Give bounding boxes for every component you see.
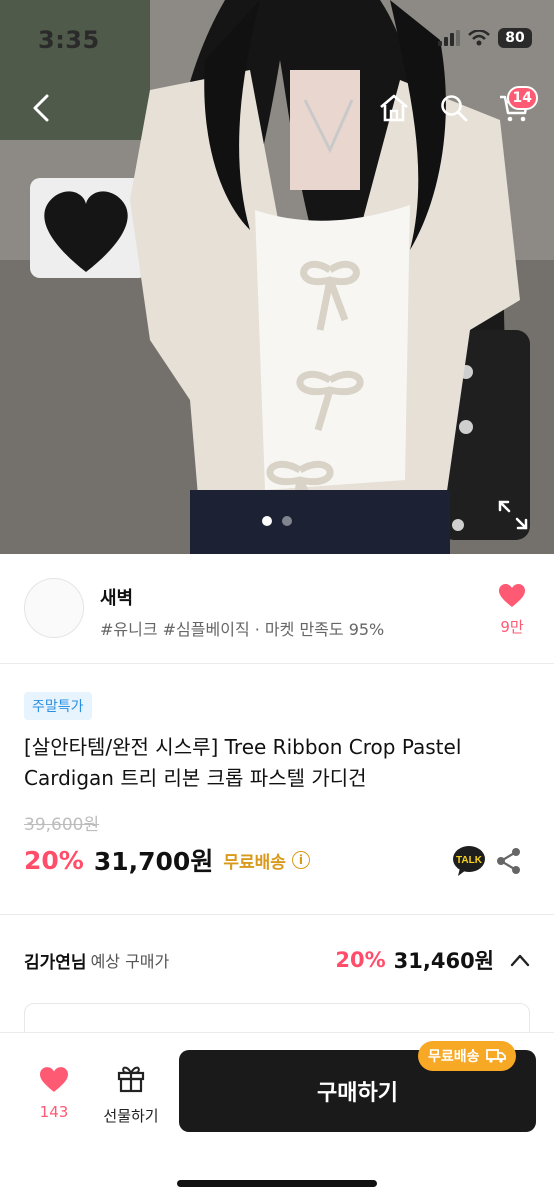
info-icon[interactable]: i (291, 851, 310, 869)
talk-label: TALK (456, 855, 483, 866)
expected-price: 31,460원 (393, 949, 494, 973)
chevron-left-icon (33, 94, 49, 122)
home-indicator (177, 1180, 377, 1187)
free-shipping-badge: 무료배송 (418, 1041, 516, 1071)
status-bar: 3:35 80 (0, 0, 554, 80)
home-button[interactable] (370, 84, 418, 132)
gift-icon (117, 1066, 145, 1093)
shop-like-count: 9만 (500, 618, 524, 636)
product-image-gallery[interactable]: 3:35 80 14 (0, 0, 554, 554)
share-icon (497, 848, 520, 874)
bottom-action-bar: 143 선물하기 구매하기 무료배송 (0, 1032, 554, 1200)
signal-icon (438, 30, 460, 46)
expected-price-row[interactable]: 김가연님 예상 구매가 20% 31,460원 (24, 942, 530, 978)
shop-tags: #유니크 #심플베이직 · 마켓 만족도 95% (100, 620, 385, 639)
back-button[interactable] (18, 84, 66, 132)
shop-name[interactable]: 새벽 (100, 584, 133, 610)
expected-discount: 20% (335, 948, 386, 972)
battery-indicator: 80 (498, 28, 532, 48)
status-indicators: 80 (438, 28, 532, 48)
cart-button[interactable]: 14 (490, 84, 538, 132)
original-price: 39,600원 (24, 815, 100, 835)
heart-icon (499, 584, 525, 607)
expand-icon (498, 500, 528, 530)
home-icon (380, 94, 408, 122)
buyer-name: 김가연님 (24, 952, 87, 973)
wifi-icon (468, 30, 490, 46)
discount-rate: 20% (24, 845, 84, 875)
free-shipping-badge-label: 무료배송 (428, 1049, 480, 1065)
like-button[interactable]: 143 (30, 1067, 78, 1121)
cart-count-badge: 14 (506, 86, 538, 110)
heart-icon (40, 1067, 68, 1092)
gift-label: 선물하기 (103, 1107, 159, 1125)
free-shipping-label: 무료배송 (223, 852, 286, 873)
kakao-talk-button[interactable]: TALK (452, 844, 486, 878)
pagination-dot[interactable] (262, 516, 272, 526)
gallery-pagination (262, 516, 292, 526)
gift-button[interactable]: 선물하기 (96, 1063, 166, 1126)
expected-price-label: 예상 구매가 (90, 952, 170, 971)
share-button[interactable] (494, 846, 524, 876)
like-count: 143 (39, 1103, 69, 1121)
price-row: 20% 31,700원 무료배송 i (24, 842, 310, 878)
shop-avatar[interactable] (24, 578, 84, 638)
truck-icon (485, 1049, 506, 1063)
shop-info[interactable]: 새벽 #유니크 #심플베이직 · 마켓 만족도 95% 9만 (0, 554, 554, 664)
section-divider (0, 914, 554, 915)
product-title: [살안타템/완전 시스루] Tree Ribbon Crop Pastel Ca… (24, 735, 462, 790)
sale-price: 31,700원 (93, 847, 214, 876)
shop-like-button[interactable]: 9만 (494, 584, 530, 637)
search-button[interactable] (430, 84, 478, 132)
weekend-sale-badge: 주말특가 (24, 692, 92, 720)
chevron-up-icon[interactable] (510, 953, 530, 967)
pagination-dot[interactable] (282, 516, 292, 526)
expected-price-values: 20% 31,460원 (335, 945, 530, 975)
fullscreen-button[interactable] (496, 498, 530, 532)
talk-icon: TALK (453, 846, 485, 876)
search-icon (441, 95, 468, 122)
status-time: 3:35 (38, 26, 100, 54)
